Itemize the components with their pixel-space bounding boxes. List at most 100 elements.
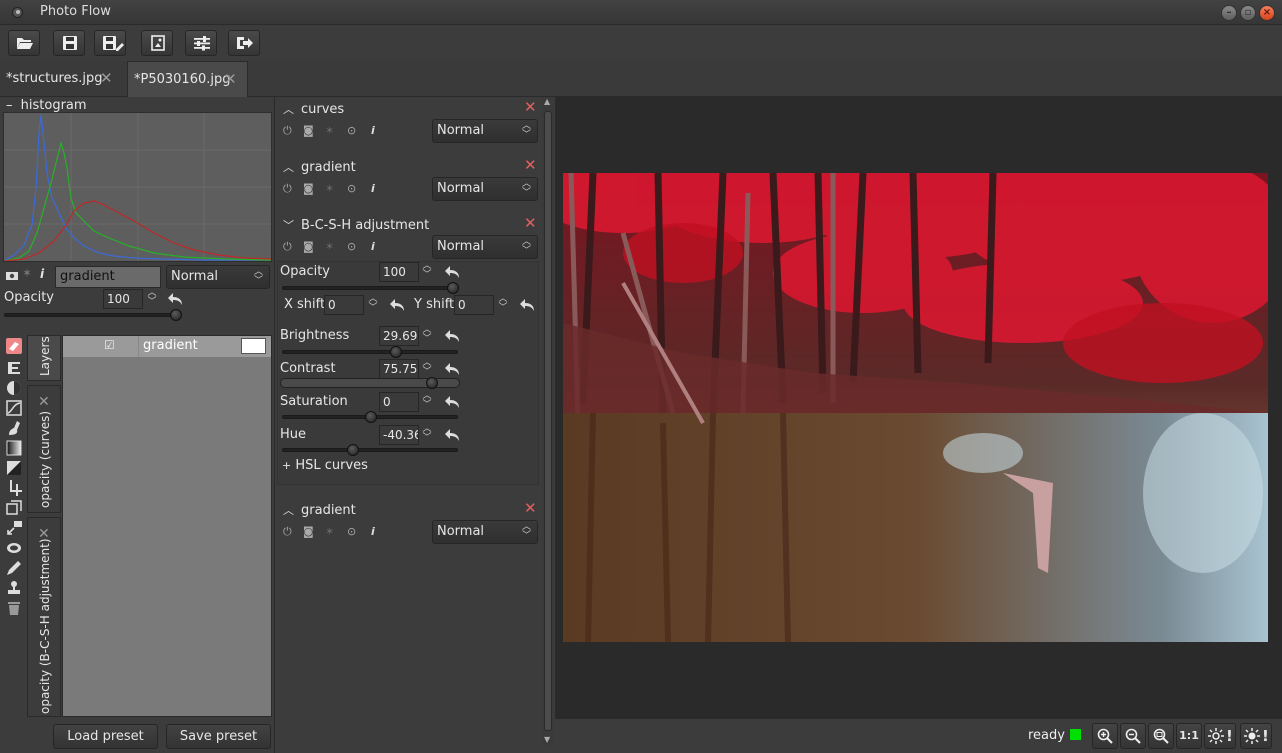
opacity-slider[interactable] — [4, 309, 182, 321]
tab-opacity-bcsh[interactable]: ✕ opacity (B-C-S-H adjustment) — [27, 517, 61, 717]
delete-layer-icon[interactable]: ✕ — [524, 98, 537, 116]
reset-icon[interactable] — [444, 428, 460, 442]
opacity-input[interactable]: 100 — [103, 289, 143, 309]
pin-icon[interactable]: ✶ — [325, 124, 334, 137]
blend-mode-select[interactable]: Normal ︿ ﹀ — [432, 119, 538, 143]
mask-icon[interactable]: ◙ — [303, 182, 314, 195]
zoom-in-button[interactable] — [1092, 723, 1118, 749]
expand-plus-icon[interactable]: + — [282, 459, 291, 472]
tab-layers[interactable]: Layers — [27, 335, 61, 381]
hsl-curves-expander[interactable]: + HSL curves — [282, 458, 368, 473]
slider-knob[interactable] — [390, 346, 402, 358]
maximize-button[interactable]: ▫ — [1240, 5, 1256, 21]
expand-chevron-icon[interactable]: ﹀ — [283, 217, 294, 233]
saturation-slider[interactable] — [282, 411, 458, 423]
shadows-warning-button[interactable]: ! — [1204, 723, 1236, 749]
pin-icon[interactable]: ✶ — [325, 240, 334, 253]
crop-icon[interactable] — [6, 480, 22, 496]
exit-button[interactable] — [228, 30, 260, 56]
info-icon[interactable]: i — [40, 267, 54, 281]
spin-arrows-icon[interactable]: ︿ ﹀ — [421, 392, 433, 412]
close-button[interactable]: × — [1259, 5, 1275, 21]
power-icon[interactable]: ⏻ — [283, 525, 292, 539]
layer-name-input[interactable]: gradient — [55, 266, 161, 288]
layers-list[interactable]: ☑ gradient — [62, 335, 272, 717]
collapse-chevron-icon[interactable]: ︿ — [283, 159, 294, 175]
curves-icon[interactable] — [6, 400, 22, 416]
mask-icon[interactable]: ◙ — [303, 124, 314, 137]
slider-knob[interactable] — [347, 444, 359, 456]
close-tab-icon[interactable]: ✕ — [224, 70, 237, 88]
reset-icon[interactable]: ⊙ — [347, 182, 356, 195]
opacity-slider[interactable] — [282, 282, 459, 294]
delete-layer-icon[interactable]: ✕ — [524, 214, 537, 232]
slider-knob[interactable] — [426, 377, 438, 389]
delete-layer-icon[interactable]: ✕ — [524, 499, 537, 517]
pin-icon[interactable]: ✶ — [325, 182, 334, 195]
spin-arrows-icon[interactable]: ︿ ﹀ — [421, 262, 433, 282]
hue-slider[interactable] — [282, 444, 458, 456]
open-button[interactable] — [8, 30, 40, 56]
settings-button[interactable] — [185, 30, 217, 56]
slider-knob[interactable] — [170, 309, 182, 321]
mask-icon[interactable] — [5, 269, 19, 283]
gradient-icon[interactable] — [6, 440, 22, 456]
levels-icon[interactable] — [6, 360, 22, 376]
info-icon[interactable]: i — [371, 182, 375, 195]
blend-mode-select[interactable]: Normal ︿ ﹀ — [432, 177, 538, 201]
photo-preview[interactable] — [563, 173, 1268, 642]
power-icon[interactable]: ⏻ — [283, 240, 292, 254]
spin-arrows-icon[interactable]: ︿ ﹀ — [497, 295, 509, 315]
spin-arrows-icon[interactable]: ︿ ﹀ — [146, 289, 158, 309]
spin-arrows-icon[interactable]: ︿ ﹀ — [421, 359, 433, 379]
brush-icon[interactable] — [6, 420, 22, 436]
hue-input[interactable]: -40.363 — [379, 425, 419, 445]
save-preset-button[interactable]: Save preset — [166, 724, 271, 749]
mask-icon[interactable]: ◙ — [303, 240, 314, 253]
highlights-warning-button[interactable]: ! — [1240, 723, 1272, 749]
tab-structures[interactable]: *structures.jpg ✕ — [0, 61, 126, 97]
layer-list-icon[interactable] — [6, 338, 22, 354]
delete-layer-icon[interactable]: ✕ — [524, 156, 537, 174]
blend-mode-select[interactable]: Normal ︿ ﹀ — [432, 235, 538, 259]
reset-icon[interactable] — [519, 298, 535, 312]
spin-arrows-icon[interactable]: ︿ ﹀ — [421, 326, 433, 346]
close-tab-icon[interactable]: ✕ — [38, 394, 50, 410]
pin-icon[interactable]: ✶ — [325, 525, 334, 538]
transform-icon[interactable] — [6, 500, 22, 516]
reset-icon[interactable] — [167, 292, 183, 306]
image-canvas[interactable] — [555, 97, 1282, 719]
reset-icon[interactable] — [444, 265, 460, 279]
reset-icon[interactable] — [444, 329, 460, 343]
zoom-fit-button[interactable] — [1148, 723, 1174, 749]
export-button[interactable] — [141, 30, 173, 56]
stamp-icon[interactable] — [6, 580, 22, 596]
x-shift-input[interactable]: 0 — [324, 295, 364, 315]
layer-row[interactable]: ☑ gradient — [63, 336, 271, 357]
zoom-out-button[interactable] — [1120, 723, 1146, 749]
blend-mode-select[interactable]: Normal ︿ ﹀ — [166, 265, 270, 289]
close-tab-icon[interactable]: ✕ — [100, 69, 113, 87]
scrollbar-thumb[interactable] — [544, 111, 552, 731]
save-as-button[interactable] — [94, 30, 126, 56]
saturation-input[interactable]: 0 — [379, 392, 419, 412]
power-icon[interactable]: ⏻ — [283, 124, 292, 138]
slider-knob[interactable] — [365, 411, 377, 423]
y-shift-input[interactable]: 0 — [454, 295, 494, 315]
reset-icon[interactable]: ⊙ — [347, 240, 356, 253]
reset-icon[interactable] — [389, 298, 405, 312]
reset-icon[interactable] — [444, 362, 460, 376]
mask-gradient-icon[interactable] — [6, 460, 22, 476]
brightness-input[interactable]: 29.697 — [379, 326, 419, 346]
load-preset-button[interactable]: Load preset — [53, 724, 158, 749]
histogram-header[interactable]: – histogram — [6, 98, 87, 113]
scroll-down-icon[interactable]: ▼ — [544, 735, 550, 744]
trash-icon[interactable] — [6, 600, 22, 616]
opacity-input[interactable]: 100 — [379, 262, 419, 282]
visibility-checkbox[interactable]: ☑ — [104, 338, 115, 352]
contrast-input[interactable]: 75.757 — [379, 359, 419, 379]
info-icon[interactable]: i — [371, 124, 375, 137]
pencil-icon[interactable] — [6, 560, 22, 576]
collapse-chevron-icon[interactable]: ︿ — [283, 101, 294, 117]
scroll-up-icon[interactable]: ▲ — [544, 97, 550, 106]
